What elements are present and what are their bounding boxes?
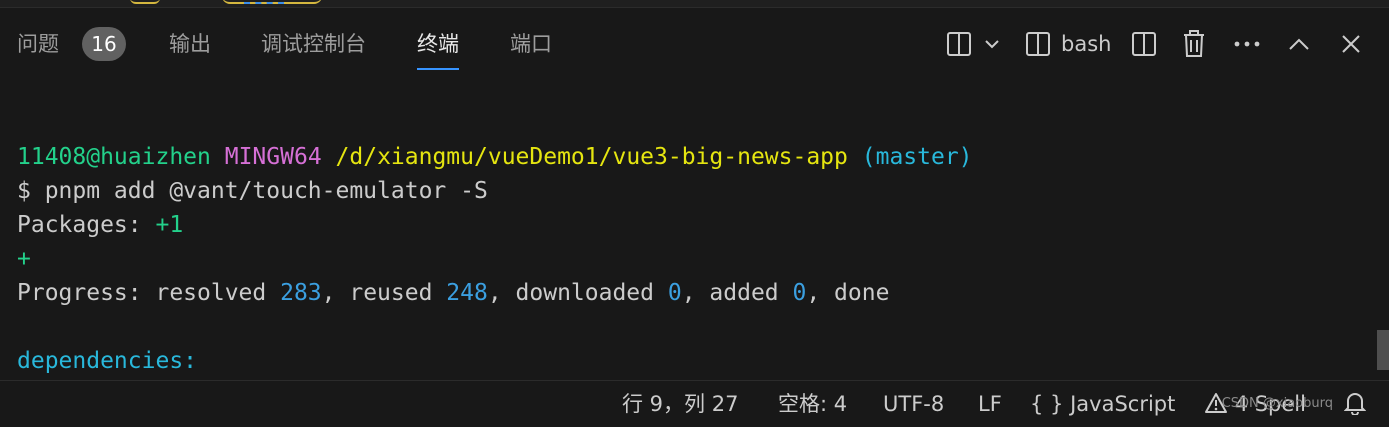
tab-label: 端口 <box>510 32 552 56</box>
more-actions-button[interactable] <box>1234 8 1260 80</box>
maximize-panel-button[interactable] <box>1288 8 1310 80</box>
prompt-host: MINGW64 <box>224 144 322 170</box>
terminal-dropdown-button[interactable] <box>984 8 1000 80</box>
split-icon <box>1132 32 1156 56</box>
progress-downloaded-label: , downloaded <box>487 280 668 306</box>
bell-icon <box>1343 393 1367 416</box>
progress-reused-label: , reused <box>321 280 447 306</box>
progress-prefix: Progress: resolved <box>17 280 281 306</box>
progress-done-label: , done <box>806 280 890 306</box>
tab-terminal[interactable]: 终端 <box>417 8 459 80</box>
tab-label: 终端 <box>417 32 459 56</box>
progress-added: 0 <box>792 280 807 306</box>
packages-label: Packages: <box>17 212 156 238</box>
language-label: JavaScript <box>1070 392 1176 416</box>
terminal-name: bash <box>1061 32 1112 56</box>
progress-resolved: 283 <box>280 280 322 306</box>
terminal-instance-icon <box>1026 32 1050 56</box>
indentation-setting[interactable]: 空格: 4 <box>778 381 847 424</box>
tab-problems[interactable]: 问题 <box>17 8 59 80</box>
command-line: $ pnpm add @vant/touch-emulator -S <box>17 178 488 204</box>
close-icon <box>1342 35 1360 53</box>
progress-downloaded: 0 <box>667 280 682 306</box>
terminal-scrollbar[interactable] <box>1377 330 1389 370</box>
panel-tab-bar: 问题 16 输出 调试控制台 终端 端口 <box>0 8 1389 80</box>
terminal-instance-bash[interactable]: bash <box>1025 8 1111 80</box>
tab-debug-console[interactable]: 调试控制台 <box>261 8 366 80</box>
editor-code-fragment <box>0 0 1389 7</box>
split-terminal-button[interactable] <box>946 8 972 80</box>
tab-label: 问题 <box>17 32 59 56</box>
trash-icon <box>1184 30 1204 57</box>
notifications-button[interactable] <box>1343 381 1367 424</box>
code-bracket-fragment <box>130 0 160 4</box>
code-underline-fragment <box>244 0 284 4</box>
terminal-output[interactable]: 11408@huaizhen MINGW64 /d/xiangmu/vueDem… <box>17 140 1367 378</box>
status-bar: 行 9，列 27 空格: 4 UTF-8 LF { } JavaScript 4… <box>0 380 1389 424</box>
maximize-chevron-up-icon <box>1289 38 1309 50</box>
tab-label: 输出 <box>169 32 211 56</box>
language-mode[interactable]: { } JavaScript <box>1030 381 1175 424</box>
prompt-line: 11408@huaizhen MINGW64 /d/xiangmu/vueDem… <box>17 140 1367 174</box>
tab-label: 调试控制台 <box>261 32 366 56</box>
eol-setting[interactable]: LF <box>978 381 1002 424</box>
encoding-setting[interactable]: UTF-8 <box>883 381 944 424</box>
problems-count-badge: 16 <box>82 27 126 61</box>
plus-line: + <box>17 246 31 272</box>
prompt-path: /d/xiangmu/vueDemo1/vue3-big-news-app <box>335 144 848 170</box>
packages-line: Packages: +1 <box>17 208 1367 242</box>
dependencies-heading: dependencies: <box>17 348 198 374</box>
packages-value: +1 <box>155 212 184 238</box>
tab-output[interactable]: 输出 <box>169 8 211 80</box>
close-panel-button[interactable] <box>1341 8 1361 80</box>
progress-line: Progress: resolved 283, reused 248, down… <box>17 276 1367 310</box>
split-terminal-icon <box>947 32 971 56</box>
chevron-down-icon <box>985 40 999 49</box>
watermark: CSDN @xiaoburq <box>1221 396 1333 411</box>
prompt-branch: (master) <box>861 144 973 170</box>
split-button[interactable] <box>1131 8 1157 80</box>
more-icon <box>1234 41 1260 47</box>
progress-reused: 248 <box>446 280 488 306</box>
progress-added-label: , added <box>681 280 793 306</box>
tab-ports[interactable]: 端口 <box>510 8 552 80</box>
braces-icon: { } <box>1030 392 1064 416</box>
prompt-user: 11408@huaizhen <box>17 144 211 170</box>
cursor-position[interactable]: 行 9，列 27 <box>622 381 738 424</box>
kill-terminal-button[interactable] <box>1182 8 1206 80</box>
